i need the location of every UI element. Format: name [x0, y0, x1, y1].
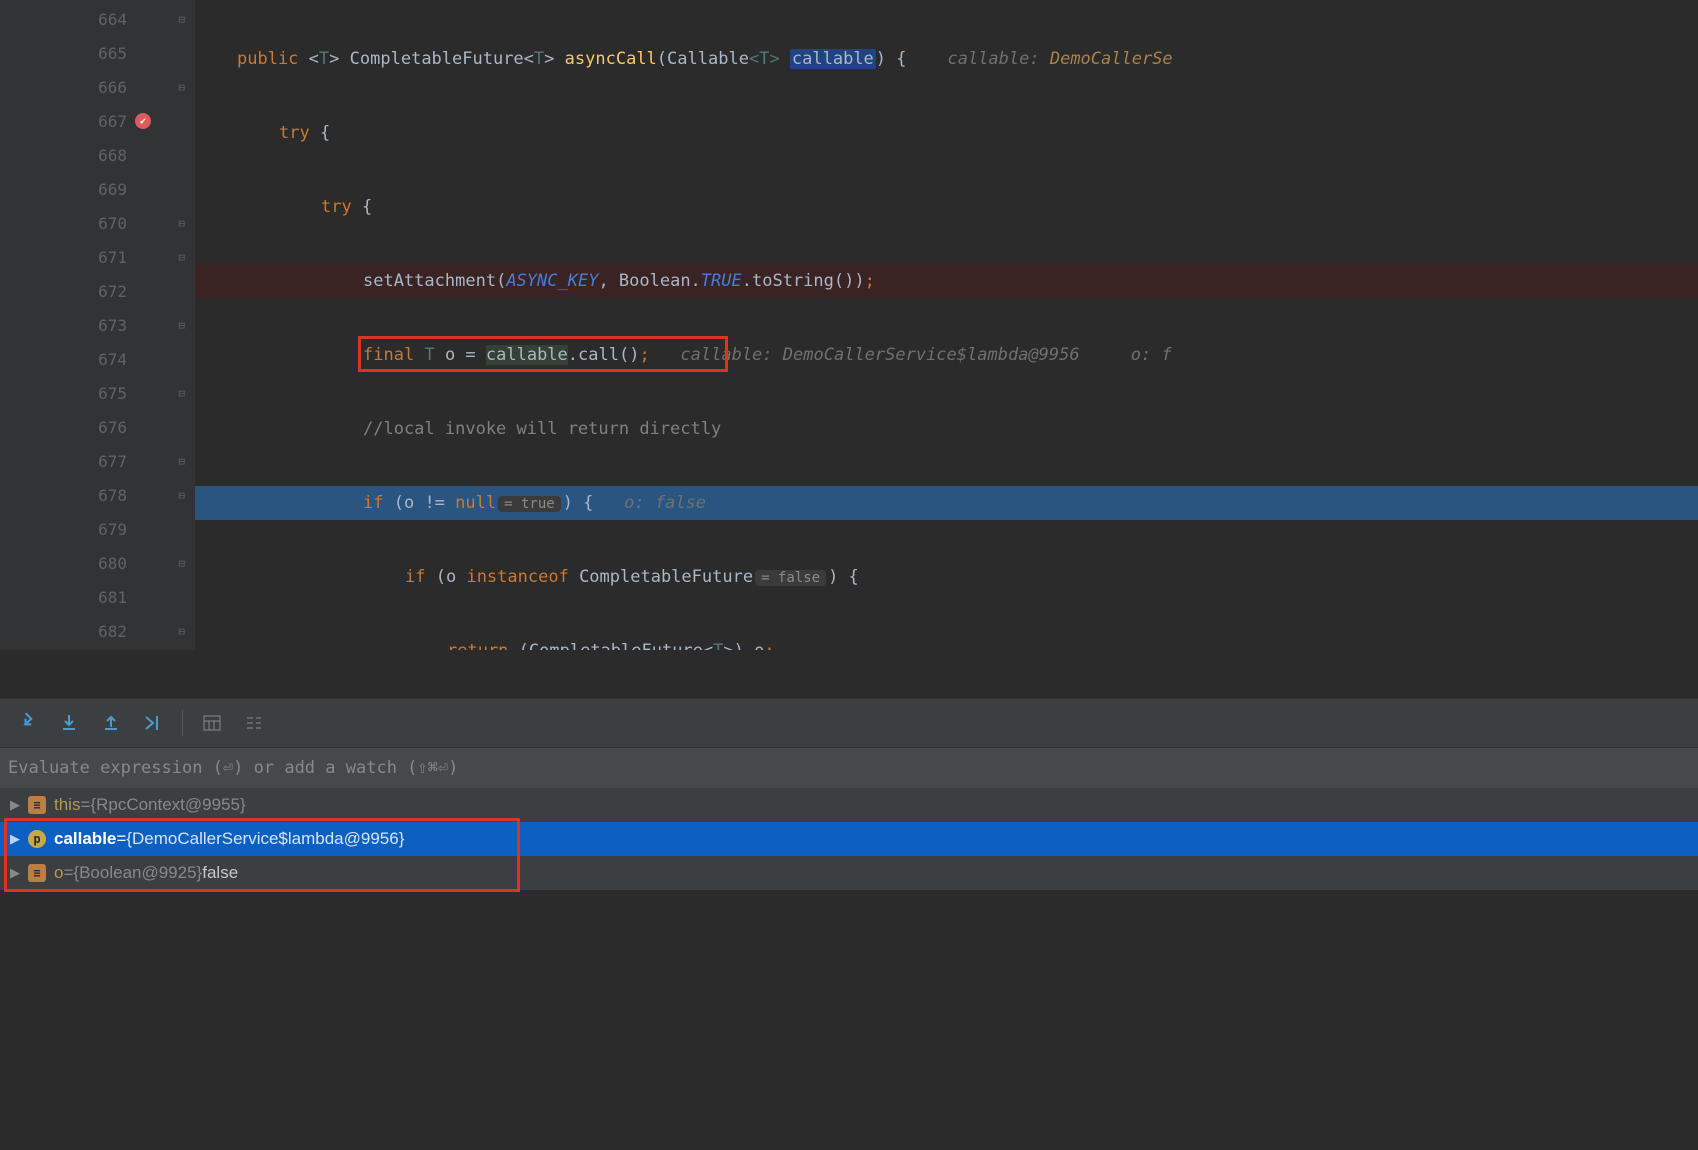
fold-icon[interactable]: ⊟	[178, 81, 185, 94]
line-number[interactable]: 671⊟	[0, 240, 195, 274]
line-number[interactable]: 673⊟	[0, 308, 195, 342]
gutter: 664⊟ 665 666⊟ 667 668 669 670⊟ 671⊟ 672 …	[0, 0, 195, 650]
line-number[interactable]: 674	[0, 342, 195, 376]
evaluate-expression-icon[interactable]	[191, 703, 233, 743]
line-number[interactable]: 678⊟	[0, 478, 195, 512]
line-number[interactable]: 682⊟	[0, 614, 195, 648]
line-number[interactable]: 676	[0, 410, 195, 444]
line-number[interactable]: 680⊟	[0, 546, 195, 580]
code-line[interactable]: final T o = callable.call(); callable: D…	[195, 338, 1698, 372]
code-line[interactable]: try {	[195, 190, 1698, 224]
code-line-breakpoint[interactable]: setAttachment(ASYNC_KEY, Boolean.TRUE.to…	[195, 264, 1698, 298]
line-number[interactable]: 672	[0, 274, 195, 308]
line-number[interactable]: 668	[0, 138, 195, 172]
expand-icon[interactable]: ▶	[10, 797, 20, 813]
line-number[interactable]: 667	[0, 104, 195, 138]
code-area[interactable]: public <T> CompletableFuture<T> asyncCal…	[195, 0, 1698, 650]
fold-icon[interactable]: ⊟	[178, 217, 185, 230]
fold-icon[interactable]: ⊟	[178, 625, 185, 638]
fold-icon[interactable]: ⊟	[178, 557, 185, 570]
line-number[interactable]: 669	[0, 172, 195, 206]
variables-panel: ▶ ≡ this = {RpcContext@9955} ▶ p callabl…	[0, 788, 1698, 890]
line-number[interactable]: 679	[0, 512, 195, 546]
variable-row[interactable]: ▶ ≡ this = {RpcContext@9955}	[0, 788, 1698, 822]
debug-toolbar	[0, 698, 1698, 748]
code-line[interactable]: //local invoke will return directly	[195, 412, 1698, 446]
fold-icon[interactable]: ⊟	[178, 319, 185, 332]
code-line[interactable]: if (o instanceof CompletableFuture= fals…	[195, 560, 1698, 594]
fold-icon[interactable]: ⊟	[178, 13, 185, 26]
trace-icon[interactable]	[233, 703, 275, 743]
line-number[interactable]: 670⊟	[0, 206, 195, 240]
highlight-box	[4, 818, 520, 892]
fold-icon[interactable]: ⊟	[178, 387, 185, 400]
run-to-cursor-icon[interactable]	[132, 703, 174, 743]
line-number[interactable]: 664⊟	[0, 2, 195, 36]
watch-expression-input[interactable]: Evaluate expression (⏎) or add a watch (…	[0, 748, 1698, 788]
line-number[interactable]: 665	[0, 36, 195, 70]
code-line[interactable]: public <T> CompletableFuture<T> asyncCal…	[195, 42, 1698, 76]
line-number[interactable]: 666⊟	[0, 70, 195, 104]
highlight-box	[358, 336, 728, 372]
separator	[182, 710, 183, 736]
inlay-hint: = true	[498, 496, 561, 512]
code-line[interactable]: try {	[195, 116, 1698, 150]
code-line[interactable]: return (CompletableFuture<T>) o;	[195, 634, 1698, 650]
inlay-hint: = false	[755, 570, 826, 586]
breakpoint-icon[interactable]	[135, 113, 151, 129]
fold-icon[interactable]: ⊟	[178, 455, 185, 468]
fold-icon[interactable]: ⊟	[178, 251, 185, 264]
line-number[interactable]: 675⊟	[0, 376, 195, 410]
field-icon: ≡	[28, 796, 46, 814]
line-number[interactable]: 681	[0, 580, 195, 614]
step-over-to-cursor-icon[interactable]	[6, 703, 48, 743]
fold-icon[interactable]: ⊟	[178, 489, 185, 502]
step-into-icon[interactable]	[48, 703, 90, 743]
step-out-icon[interactable]	[90, 703, 132, 743]
divider	[0, 650, 1698, 698]
line-number[interactable]: 677⊟	[0, 444, 195, 478]
code-line-execution[interactable]: if (o != null= true) { o: false	[195, 486, 1698, 520]
editor: 664⊟ 665 666⊟ 667 668 669 670⊟ 671⊟ 672 …	[0, 0, 1698, 650]
